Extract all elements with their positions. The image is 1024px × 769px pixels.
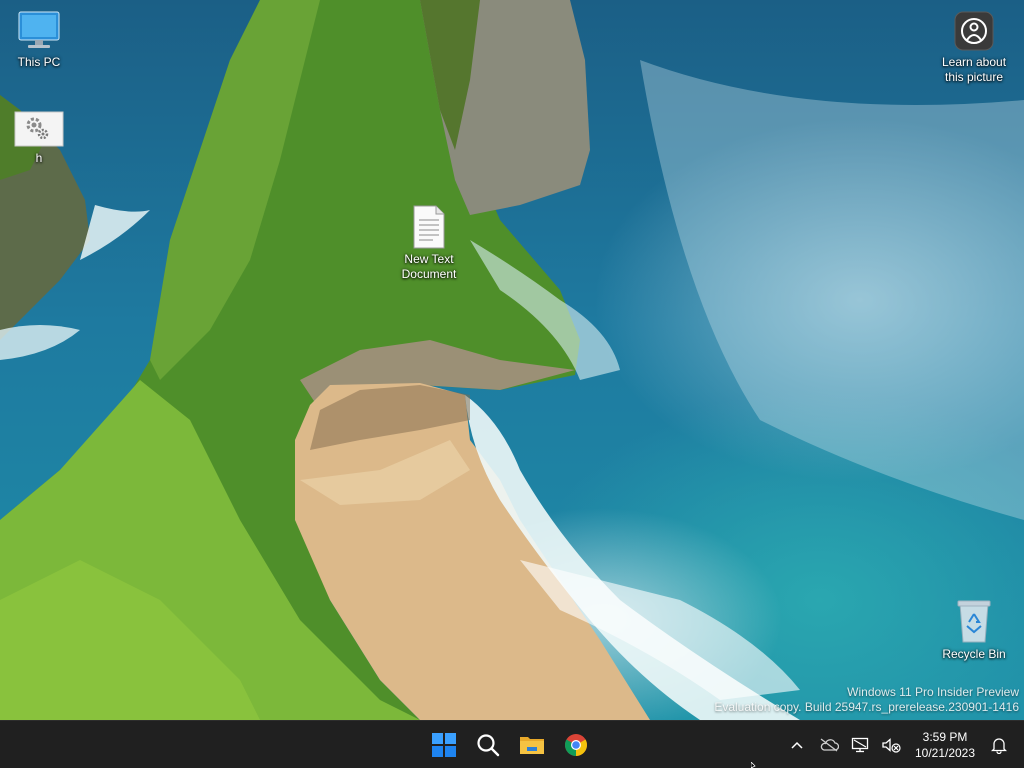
chevron-up-icon: [791, 741, 803, 749]
network-disconnected-icon: [851, 737, 869, 753]
recycle-bin-icon: [957, 600, 991, 643]
show-hidden-icons-button[interactable]: [782, 725, 812, 765]
onedrive-button[interactable]: [814, 725, 844, 765]
search-button[interactable]: [468, 725, 508, 765]
clock-date: 10/21/2023: [914, 746, 976, 760]
chrome-button[interactable]: [556, 725, 596, 765]
taskbar-pinned-apps: [424, 721, 596, 769]
desktop-icon-h[interactable]: h: [1, 110, 77, 166]
watermark-build: Evaluation copy. Build 25947.rs_prerelea…: [714, 700, 1019, 714]
network-button[interactable]: [846, 725, 876, 765]
desktop-icon-learn-about-this-picture[interactable]: Learn about this picture: [936, 10, 1012, 85]
computer-icon: [18, 11, 60, 48]
desktop-icon-label: h: [35, 151, 43, 165]
folder-icon: [520, 737, 544, 754]
onedrive-offline-icon: [820, 738, 839, 752]
camera-info-icon: [954, 11, 994, 51]
desktop-icon-label: Recycle Bin: [942, 647, 1006, 661]
file-explorer-button[interactable]: [512, 725, 552, 765]
mouse-cursor-icon: [751, 762, 756, 768]
wallpaper-image: [0, 0, 1024, 720]
notification-bell-icon: [991, 738, 1007, 754]
speaker-muted-icon: [882, 738, 901, 753]
desktop-icon-label: New Text Document: [401, 252, 457, 281]
clock-time: 3:59 PM: [922, 730, 968, 744]
desktop-icon-this-pc[interactable]: This PC: [1, 10, 77, 70]
chrome-icon: [565, 734, 587, 756]
desktop-icon-recycle-bin[interactable]: Recycle Bin: [936, 598, 1012, 662]
volume-button[interactable]: [876, 725, 906, 765]
text-document-icon: [413, 205, 445, 249]
taskbar: 3:59 PM 10/21/2023: [0, 720, 1024, 768]
desktop[interactable]: This PC h New Text Document Learn about …: [0, 0, 1024, 720]
desktop-icon-label: Learn about this picture: [941, 55, 1007, 84]
desktop-icon-new-text-document[interactable]: New Text Document: [391, 205, 467, 282]
watermark-edition: Windows 11 Pro Insider Preview: [847, 685, 1019, 699]
start-button[interactable]: [424, 725, 464, 765]
settings-shortcut-icon: [14, 111, 64, 147]
windows-build-watermark: Windows 11 Pro Insider Preview Evaluatio…: [714, 685, 1019, 715]
system-tray: 3:59 PM 10/21/2023: [782, 721, 1024, 769]
notifications-button[interactable]: [984, 725, 1014, 765]
search-icon: [477, 734, 500, 757]
desktop-icon-label: This PC: [17, 55, 61, 69]
windows-logo-icon: [432, 733, 456, 757]
clock-button[interactable]: 3:59 PM 10/21/2023: [906, 725, 984, 765]
